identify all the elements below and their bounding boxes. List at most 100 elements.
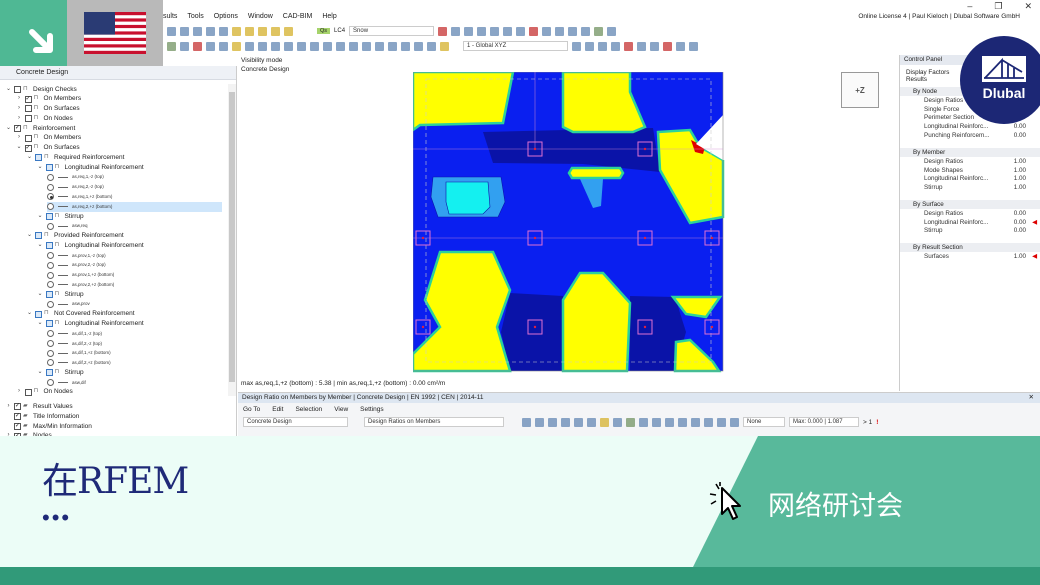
toolbar-icon[interactable] — [310, 41, 319, 51]
toolbar-icon[interactable] — [522, 417, 531, 427]
scrollbar-thumb[interactable] — [229, 92, 235, 382]
toolbar-icon[interactable] — [375, 41, 384, 51]
tree-item[interactable]: asw,req — [47, 221, 88, 231]
menu-options[interactable]: Options — [214, 13, 238, 23]
menu-settings[interactable]: Settings — [360, 406, 384, 413]
toolbar-icon[interactable] — [438, 26, 448, 36]
toolbar-icon[interactable] — [440, 41, 449, 51]
tree-checkbox[interactable] — [35, 154, 42, 162]
tree-item[interactable]: ✓ ▰ Title Information — [5, 412, 79, 422]
close-button[interactable]: ✕ — [1024, 1, 1032, 12]
tree-item[interactable]: as,dif,1,-z (top) — [47, 329, 102, 339]
chevron-down-icon[interactable]: ⌄ — [26, 309, 33, 319]
ratio-threshold[interactable]: > 1 — [863, 419, 872, 426]
toolbar-icon[interactable] — [180, 26, 189, 36]
toolbar-icon[interactable] — [349, 41, 358, 51]
tree-item[interactable]: as,req,2,+z (bottom) — [47, 201, 222, 212]
toolbar-icon[interactable] — [598, 41, 607, 51]
toolbar-icon[interactable] — [568, 26, 578, 36]
chevron-down-icon[interactable]: ⌄ — [5, 124, 12, 134]
tree-radio[interactable] — [47, 183, 54, 191]
toolbar-icon[interactable] — [167, 26, 176, 36]
toolbar-icon[interactable] — [561, 417, 570, 427]
tree-item[interactable]: ⌄ ⊓ Stirrup — [37, 290, 84, 300]
maximize-button[interactable]: ❐ — [994, 1, 1002, 12]
toolbar-icon[interactable] — [626, 417, 635, 427]
toolbar-icon[interactable] — [611, 41, 620, 51]
menu-help[interactable]: Help — [322, 13, 336, 23]
tree-checkbox[interactable] — [45, 320, 53, 328]
tree-checkbox[interactable] — [35, 310, 42, 318]
toolbar-icon[interactable] — [574, 417, 583, 427]
chevron-right-icon[interactable]: › — [16, 94, 23, 104]
tree-item[interactable]: asw,dif — [47, 378, 86, 388]
control-item[interactable]: Longitudinal Reinforc... 1.00 — [900, 174, 1040, 183]
toolbar-icon[interactable] — [704, 417, 713, 427]
view-cube[interactable]: +Z — [841, 72, 879, 108]
tree-checkbox[interactable] — [24, 388, 32, 396]
tree-item[interactable]: ⌄ ⊓ Stirrup — [37, 212, 84, 222]
close-panel-icon[interactable]: ✕ — [1029, 393, 1034, 403]
toolbar-icon[interactable] — [464, 26, 474, 36]
toolbar-icon[interactable] — [245, 26, 254, 36]
control-item[interactable]: Surfaces 1.00 ◀ — [900, 252, 1040, 261]
toolbar-icon[interactable] — [585, 41, 594, 51]
filter-icon[interactable] — [730, 417, 739, 427]
tree-item[interactable]: ⌄ ✓ ⊓ Reinforcement — [5, 124, 75, 134]
item-value[interactable]: 1.00 — [1014, 157, 1026, 166]
toolbar-icon[interactable] — [193, 26, 202, 36]
menu-cad-bim[interactable]: CAD-BIM — [283, 13, 313, 23]
tree-item[interactable]: asw,prov — [47, 299, 90, 309]
control-item[interactable]: Longitudinal Reinforc... 0.00 ◀ — [900, 218, 1040, 227]
toolbar-icon[interactable] — [678, 417, 687, 427]
toolbar-icon[interactable] — [581, 26, 591, 36]
chevron-down-icon[interactable]: ⌄ — [37, 368, 44, 378]
toolbar-icon[interactable] — [613, 417, 622, 427]
load-case-select[interactable]: Snow — [349, 26, 435, 36]
toolbar-icon[interactable] — [258, 26, 267, 36]
tree-radio[interactable] — [47, 203, 54, 211]
tree-item[interactable]: ⌄ ⊓ Provided Reinforcement — [26, 231, 124, 241]
node-point[interactable] — [643, 147, 647, 151]
tree-checkbox[interactable] — [14, 85, 21, 93]
tree-item[interactable]: ⌄ ⊓ Stirrup — [37, 368, 84, 378]
filter-select[interactable]: None — [743, 417, 785, 427]
tree-item[interactable]: › ⊓ On Surfaces — [16, 104, 80, 114]
toolbar-icon[interactable] — [600, 417, 609, 427]
toolbar-icon[interactable] — [362, 41, 371, 51]
tree-checkbox[interactable]: ✓ — [14, 403, 21, 411]
control-item[interactable]: Stirrup 1.00 — [900, 183, 1040, 192]
coordinate-system-select[interactable]: 1 - Global XYZ — [463, 41, 568, 51]
chevron-right-icon[interactable]: › — [5, 402, 12, 412]
module-select[interactable]: Concrete Design — [243, 417, 348, 427]
node-point[interactable] — [533, 147, 537, 151]
control-group[interactable]: By Surface — [900, 200, 1040, 209]
toolbar-icon[interactable] — [297, 41, 306, 51]
tree-item[interactable]: › ✓ ⊓ On Members — [16, 94, 81, 104]
item-value[interactable]: 1.00 — [1014, 183, 1026, 192]
tree-radio[interactable] — [47, 271, 54, 279]
toolbar-icon[interactable] — [245, 41, 254, 51]
tree-checkbox[interactable]: ✓ — [24, 95, 32, 103]
filter-icon[interactable] — [717, 417, 726, 427]
toolbar-icon[interactable] — [219, 26, 228, 36]
node-point[interactable] — [533, 325, 537, 329]
toolbar-icon[interactable] — [665, 417, 674, 427]
tree-radio[interactable] — [47, 222, 54, 230]
tree-item[interactable]: as,dif,2,-z (top) — [47, 339, 102, 349]
chevron-down-icon[interactable]: ⌄ — [26, 153, 33, 163]
toolbar-icon[interactable] — [477, 26, 487, 36]
control-item[interactable]: Punching Reinforcem... 0.00 — [900, 131, 1040, 140]
menu-view[interactable]: View — [334, 406, 348, 413]
item-value[interactable]: 1.00 — [1014, 252, 1026, 261]
toolbar-icon[interactable] — [401, 41, 410, 51]
tree-item[interactable]: as,req,1,+z (bottom) — [47, 192, 112, 202]
tree-checkbox[interactable] — [24, 134, 32, 142]
tree-item[interactable]: as,req,1,-z (top) — [47, 172, 104, 182]
node-point[interactable] — [421, 325, 425, 329]
toolbar-icon[interactable] — [388, 41, 397, 51]
tree-item[interactable]: as,prov,2,-z (top) — [47, 260, 106, 270]
tree-item[interactable]: ✓ ▰ Max/Min Information — [5, 422, 92, 432]
toolbar-icon[interactable] — [691, 417, 700, 427]
toolbar-icon[interactable] — [232, 26, 241, 36]
